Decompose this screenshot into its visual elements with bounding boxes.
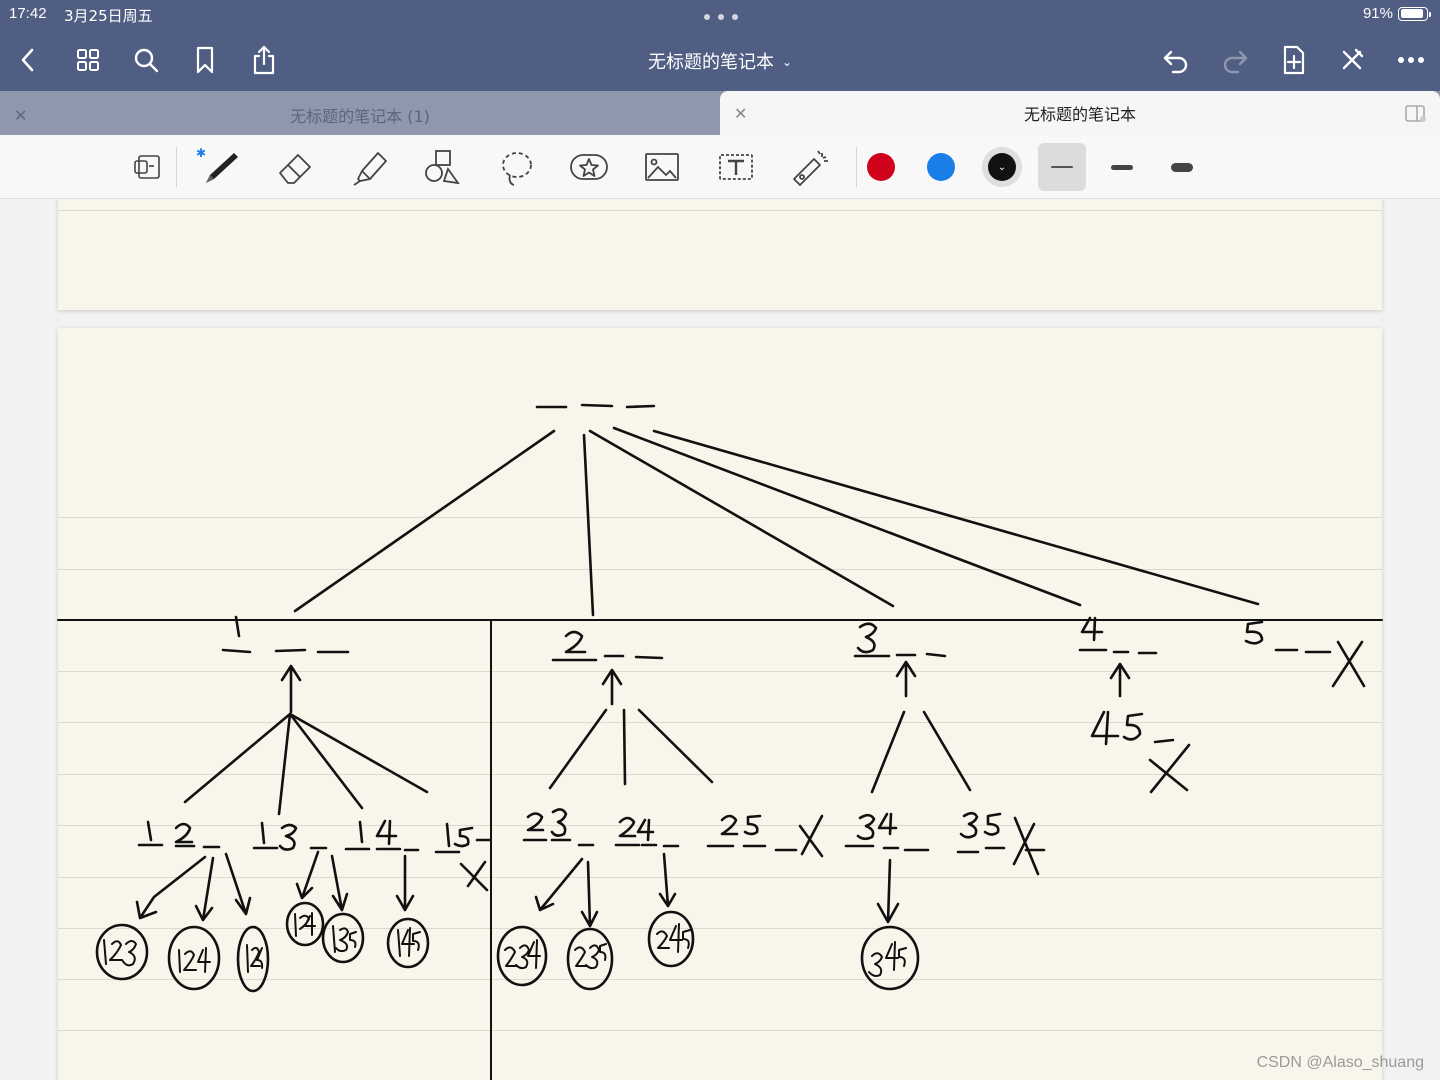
tab-label: 无标题的笔记本 — [1023, 105, 1136, 124]
app-nav-bar: 无标题的笔记本 ⌄ — [0, 30, 1440, 91]
drawing-toolbar: ✱ ⌄ — [0, 135, 1440, 199]
highlighter-icon[interactable] — [346, 145, 394, 189]
close-icon[interactable]: ✕ — [734, 104, 747, 123]
redo-icon[interactable] — [1217, 42, 1253, 78]
split-view-icon[interactable] — [1404, 104, 1428, 128]
status-bar: 17:42 3月25日周五 91% — [0, 0, 1440, 30]
battery-indicator: 91% — [1362, 5, 1431, 22]
sticker-icon[interactable] — [565, 145, 613, 189]
laser-pointer-icon[interactable] — [786, 145, 834, 189]
pen-icon[interactable]: ✱ — [196, 145, 244, 189]
stroke-thin-option[interactable] — [1038, 143, 1086, 191]
page-tool-icon[interactable] — [123, 145, 171, 189]
eraser-icon[interactable] — [272, 145, 320, 189]
image-icon[interactable] — [638, 145, 686, 189]
svg-text:✱: ✱ — [196, 146, 206, 160]
watermark: CSDN @Alaso_shuang — [1256, 1054, 1424, 1071]
battery-icon — [1398, 6, 1431, 21]
chevron-down-icon: ⌄ — [781, 55, 793, 69]
more-icon[interactable] — [1393, 42, 1429, 78]
color-black-swatch[interactable]: ⌄ — [982, 147, 1022, 187]
tab-label: 无标题的笔记本 (1) — [290, 107, 430, 126]
add-page-icon[interactable] — [1276, 42, 1312, 78]
tab-bar: ✕ 无标题的笔记本 (1) ✕ 无标题的笔记本 — [0, 91, 1440, 135]
undo-icon[interactable] — [1158, 42, 1194, 78]
color-red-swatch[interactable] — [867, 153, 895, 181]
status-date: 3月25日周五 — [64, 7, 153, 25]
lasso-icon[interactable] — [492, 145, 540, 189]
close-tools-icon[interactable] — [1334, 42, 1370, 78]
text-tool-icon[interactable] — [712, 145, 760, 189]
shapes-icon[interactable] — [418, 145, 466, 189]
tab-notebook-1[interactable]: ✕ 无标题的笔记本 (1) — [0, 95, 720, 135]
notebook-canvas[interactable]: CSDN @Alaso_shuang — [0, 200, 1440, 1080]
color-blue-swatch[interactable] — [927, 153, 955, 181]
stroke-thick-option[interactable] — [1158, 143, 1206, 191]
handwritten-tree-diagram — [57, 403, 1383, 1080]
chevron-down-icon: ⌄ — [997, 161, 1007, 173]
stroke-medium-option[interactable] — [1098, 143, 1146, 191]
status-time: 17:42 — [9, 5, 47, 22]
battery-percent: 91% — [1362, 5, 1393, 22]
multitasking-dots[interactable] — [704, 14, 738, 20]
tab-notebook-active[interactable]: ✕ 无标题的笔记本 — [720, 91, 1440, 135]
close-icon[interactable]: ✕ — [14, 106, 27, 125]
